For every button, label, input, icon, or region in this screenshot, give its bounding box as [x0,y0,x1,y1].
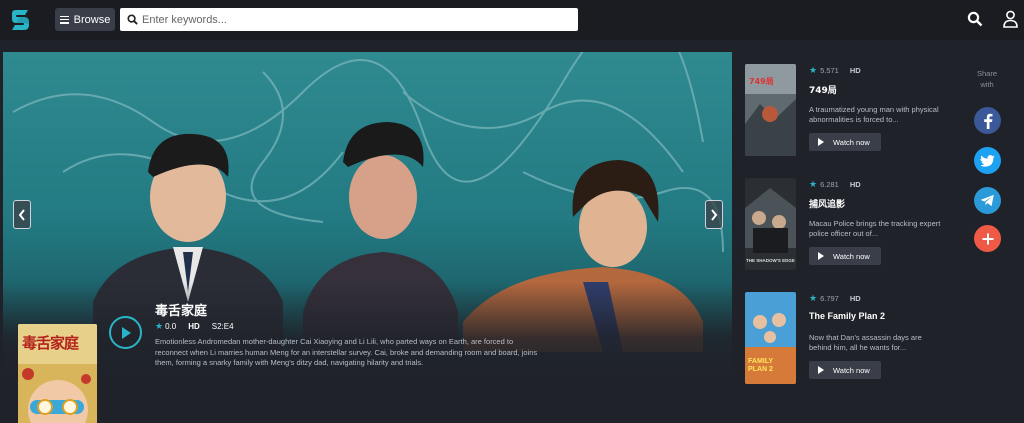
play-button[interactable] [109,316,142,349]
play-icon [818,366,824,374]
sidebar-thumbnail[interactable]: THE SHADOW'S EDGE [745,178,796,270]
site-logo[interactable] [8,8,32,32]
share-more-button[interactable] [974,225,1001,252]
sidebar-description: A traumatized young man with physical ab… [809,105,939,124]
star-icon: ★ [809,179,818,189]
user-icon[interactable] [1003,10,1018,33]
sidebar-rating: 5.571 [820,66,839,75]
hero-quality-badge: HD [188,322,200,331]
sidebar-thumbnail-title: 749局 [749,77,774,86]
sidebar-title[interactable]: The Family Plan 2 [809,311,885,321]
watch-now-button[interactable]: Watch now [809,133,881,151]
watch-now-button[interactable]: Watch now [809,247,881,265]
sidebar-quality-badge: HD [849,66,861,75]
hero-meta: ★ 0.0 HD S2:E4 [155,321,234,332]
sidebar-quality-badge: HD [849,180,861,189]
star-icon: ★ [809,293,818,303]
hero-poster-title: 毒舌家庭 [22,334,79,352]
sidebar-item: THE SHADOW'S EDGE ★ 6.281 HD 捕风追影 Macau … [745,178,945,270]
hero-episode: S2:E4 [211,322,234,331]
menu-icon [59,15,69,24]
star-icon: ★ [155,321,164,331]
sidebar-thumbnail[interactable]: 749局 [745,64,796,156]
hero-title[interactable]: 毒舌家庭 [155,300,207,319]
hero-rating: 0.0 [165,322,177,331]
hero-description: Emotionless Andromedan mother-daughter C… [155,337,538,367]
search-icon [127,14,138,25]
sidebar-thumbnail-title: THE SHADOW'S EDGE [746,258,795,263]
sidebar-description: Now that Dan's assassin days are behind … [809,333,922,352]
play-icon [818,138,824,146]
browse-label: Browse [73,13,111,26]
sidebar-rating: 6.281 [820,180,839,189]
top-header: Browse [0,0,1024,40]
share-facebook-button[interactable] [974,107,1001,134]
twitter-icon [980,154,995,167]
hero-prev-button[interactable] [13,200,31,229]
sidebar-rating: 6.797 [820,294,839,303]
facebook-icon [983,113,992,129]
sidebar-title[interactable]: 749局 [809,83,837,96]
sidebar-item: 749局 ★ 5.571 HD 749局 A traumatized young… [745,64,945,156]
share-telegram-button[interactable] [974,187,1001,214]
sidebar-thumbnail-title: FAMILY PLAN 2 [748,358,773,373]
sidebar-quality-badge: HD [849,294,861,303]
watch-now-button[interactable]: Watch now [809,361,881,379]
telegram-icon [980,194,994,207]
search-input[interactable] [142,8,572,31]
share-label: Share with [976,69,997,89]
sidebar-title[interactable]: 捕风追影 [809,197,845,210]
sidebar-item: FAMILY PLAN 2 ★ 6.797 HD The Family Plan… [745,292,945,384]
play-icon [121,326,131,339]
watch-now-label: Watch now [833,137,870,147]
watch-now-label: Watch now [833,365,870,375]
share-twitter-button[interactable] [974,147,1001,174]
watch-now-label: Watch now [833,251,870,261]
search-bar [120,8,578,31]
star-icon: ★ [809,65,818,75]
sidebar-meta: ★ 5.571 HD [809,65,861,76]
sidebar-thumbnail[interactable]: FAMILY PLAN 2 [745,292,796,384]
sidebar-description: Macau Police brings the tracking expert … [809,219,941,238]
chevron-left-icon [18,208,25,221]
sidebar-meta: ★ 6.797 HD [809,293,861,304]
browse-button[interactable]: Browse [55,8,115,31]
hero-next-button[interactable] [705,200,723,229]
header-search-icon[interactable] [967,11,983,32]
play-icon [818,252,824,260]
hero-poster[interactable]: 毒舌家庭 [18,324,97,423]
chevron-right-icon [711,208,718,221]
sidebar-meta: ★ 6.281 HD [809,179,861,190]
hero-slider[interactable]: 毒舌家庭 毒舌家庭 ★ 0.0 HD S2:E4 Emotionless And… [3,52,732,423]
plus-icon [982,233,993,244]
